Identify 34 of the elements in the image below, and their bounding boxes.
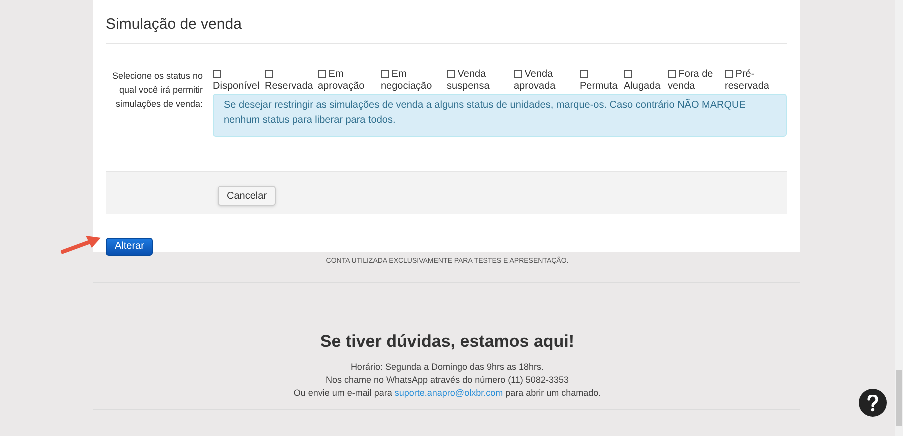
checkbox[interactable]: [580, 70, 588, 78]
status-option[interactable]: Pré-reservada: [725, 68, 787, 92]
checkbox[interactable]: [265, 70, 273, 78]
checkbox[interactable]: [668, 70, 676, 78]
help-text: Horário: Segunda a Domingo das 9hrs as 18hrs.: [350, 361, 544, 374]
arrow-icon: [60, 234, 102, 255]
submit-button[interactable]: Alterar: [106, 238, 154, 256]
checkbox[interactable]: [725, 70, 733, 78]
help-text: Nos chame no WhatsApp através do número (11) 5082-3353: [326, 374, 569, 387]
checkbox[interactable]: [381, 70, 389, 78]
status-option[interactable]: Disponível: [213, 68, 265, 92]
help-message: Se desejar restringir as simulações de venda a alguns status de unidades, marque-os. Caso contrário NÃO MARQUE nenhum status para liberar para todos.: [213, 94, 787, 136]
status-option[interactable]: Alugada: [624, 68, 668, 92]
status-option[interactable]: Permuta: [580, 68, 624, 92]
status-option[interactable]: Em aprovação: [318, 68, 381, 92]
scrollbar[interactable]: [895, 0, 903, 436]
cancel-button[interactable]: Cancelar: [218, 186, 276, 206]
status-option[interactable]: Reservada: [265, 68, 318, 92]
status-option[interactable]: Venda suspensa: [447, 68, 514, 92]
help-heading: Se tiver dúvidas, estamos aqui!: [319, 330, 576, 352]
question-icon: [867, 394, 879, 412]
section-title: Simulação de venda: [106, 14, 787, 44]
status-option[interactable]: Fora de venda: [668, 68, 725, 92]
status-option[interactable]: Em negociação: [381, 68, 447, 92]
checkbox[interactable]: [213, 70, 221, 78]
checkbox[interactable]: [624, 70, 632, 78]
scrollbar-thumb[interactable]: [896, 370, 902, 426]
checkbox[interactable]: [318, 70, 326, 78]
field-label: Selecione os status no qual você irá permitir simulações de venda:: [111, 70, 203, 111]
checkbox[interactable]: [447, 70, 455, 78]
status-option[interactable]: Venda aprovada: [514, 68, 580, 92]
checkbox[interactable]: [514, 70, 522, 78]
help-button[interactable]: [859, 389, 887, 417]
help-text: Ou envie um e-mail para suporte.anapro@olxbr.com para abrir um chamado.: [294, 387, 602, 400]
